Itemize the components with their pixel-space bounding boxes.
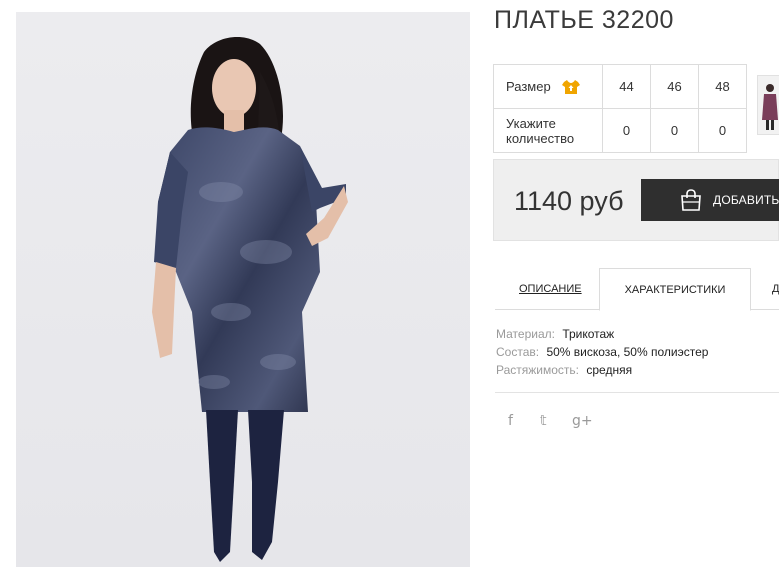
- shopping-bag-icon: [679, 188, 703, 212]
- size-48: 48: [698, 64, 747, 109]
- size-row: Размер 44 46 48: [493, 64, 747, 109]
- tab-delivery[interactable]: Д: [772, 268, 779, 310]
- add-to-cart-button[interactable]: ДОБАВИТЬ В: [641, 179, 779, 221]
- product-thumbnail[interactable]: [757, 75, 779, 135]
- spec-row: Материал: Трикотаж: [496, 325, 708, 343]
- size-table: Размер 44 46 48 Укажите количество 0 0 0: [493, 64, 747, 153]
- price: 1140 руб: [514, 186, 624, 216]
- spec-value-material: Трикотаж: [562, 327, 615, 341]
- quantity-input-46[interactable]: 0: [650, 108, 699, 153]
- spec-row: Растяжимость: средняя: [496, 361, 708, 379]
- spec-value-stretch: средняя: [586, 363, 633, 377]
- spec-value-composition: 50% вискоза, 50% полиэстер: [546, 345, 709, 359]
- spec-label-material: Материал:: [496, 327, 555, 341]
- quantity-input-48[interactable]: 0: [698, 108, 747, 153]
- size-44: 44: [602, 64, 651, 109]
- google-plus-icon[interactable]: g+: [572, 413, 593, 429]
- shirt-icon[interactable]: [562, 79, 581, 95]
- specs-list: Материал: Трикотаж Состав: 50% вискоза, …: [496, 325, 708, 379]
- quantity-label: Укажите количество: [493, 108, 603, 153]
- product-title: ПЛАТЬЕ 32200: [494, 6, 674, 34]
- price-box: 1140 руб ДОБАВИТЬ В: [493, 159, 779, 241]
- size-header-cell: Размер: [493, 64, 603, 109]
- tab-characteristics[interactable]: ХАРАКТЕРИСТИКИ: [599, 268, 751, 311]
- spec-label-composition: Состав:: [496, 345, 540, 359]
- divider: [495, 392, 779, 393]
- product-photo[interactable]: [16, 12, 470, 567]
- spec-row: Состав: 50% вискоза, 50% полиэстер: [496, 343, 708, 361]
- spec-label-stretch: Растяжимость:: [496, 363, 580, 377]
- tab-description[interactable]: ОПИСАНИЕ: [519, 268, 582, 310]
- facebook-icon[interactable]: f: [508, 413, 513, 429]
- add-to-cart-label: ДОБАВИТЬ В: [713, 193, 779, 207]
- product-tabs: ОПИСАНИЕ ХАРАКТЕРИСТИКИ Д: [495, 268, 779, 311]
- quantity-row: Укажите количество 0 0 0: [493, 108, 747, 153]
- size-46: 46: [650, 64, 699, 109]
- size-label: Размер: [506, 79, 551, 95]
- twitter-icon[interactable]: 𝕥: [540, 413, 547, 429]
- quantity-input-44[interactable]: 0: [602, 108, 651, 153]
